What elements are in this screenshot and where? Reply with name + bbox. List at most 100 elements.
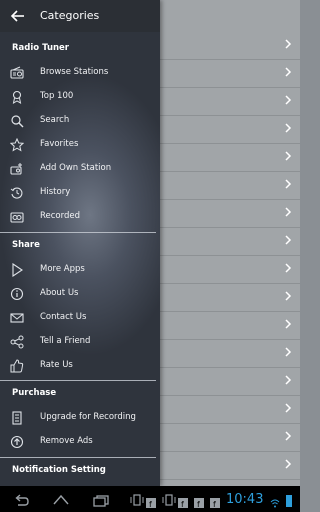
- menu-item-favorites[interactable]: Favorites: [0, 132, 160, 156]
- list-item[interactable]: [160, 172, 300, 200]
- section-purchase: Purchase: [12, 388, 57, 398]
- menu-item-recorded[interactable]: Recorded: [0, 204, 160, 228]
- list-item[interactable]: [160, 424, 300, 452]
- upgrade-arrow-icon: [10, 434, 24, 449]
- receipt-icon: [10, 410, 24, 425]
- svg-text:f: f: [213, 500, 216, 508]
- status-clock: 10:43: [226, 492, 264, 507]
- chevron-right-icon: [282, 290, 294, 302]
- list-item[interactable]: [160, 312, 300, 340]
- chevron-right-icon: [282, 150, 294, 162]
- vibrate-icon-2: [160, 492, 178, 506]
- list-item[interactable]: [160, 452, 300, 480]
- chevron-right-icon: [282, 402, 294, 414]
- menu-item-more-apps[interactable]: More Apps: [0, 257, 160, 281]
- facebook-icon: f: [210, 493, 220, 509]
- chevron-right-icon: [282, 38, 294, 50]
- radio-icon: [10, 65, 24, 79]
- back-nav-icon[interactable]: [12, 492, 30, 506]
- chevron-right-icon: [282, 94, 294, 106]
- menu-item-label: Browse Stations: [40, 67, 109, 77]
- menu-item-browse-stations[interactable]: Browse Stations: [0, 60, 160, 84]
- menu-item-label: More Apps: [40, 264, 85, 274]
- page-title: Categories: [40, 9, 100, 22]
- chevron-right-icon: [282, 262, 294, 274]
- menu-item-label: Rate Us: [40, 360, 73, 370]
- chevron-right-icon: [282, 234, 294, 246]
- list-item[interactable]: [160, 368, 300, 396]
- system-navigation-bar: f f f f 10:43: [0, 486, 300, 512]
- chevron-right-icon: [282, 122, 294, 134]
- chevron-right-icon: [282, 206, 294, 218]
- app-bar: Categories: [0, 0, 160, 32]
- menu-item-label: Search: [40, 115, 70, 125]
- menu-item-label: Favorites: [40, 139, 79, 149]
- facebook-icon: f: [194, 493, 204, 509]
- add-station-icon: [10, 161, 24, 175]
- mail-icon: [10, 310, 24, 324]
- chevron-right-icon: [282, 346, 294, 358]
- menu-item-label: Add Own Station: [40, 163, 112, 173]
- divider: [0, 232, 156, 233]
- svg-text:f: f: [197, 500, 200, 508]
- section-radio-tuner: Radio Tuner: [12, 43, 70, 53]
- vibrate-icon: [128, 492, 146, 506]
- thumbs-up-icon: [10, 358, 24, 373]
- menu-item-label: Recorded: [40, 211, 80, 221]
- play-store-icon: [10, 262, 24, 278]
- menu-item-history[interactable]: History: [0, 180, 160, 204]
- facebook-icon: f: [178, 493, 188, 509]
- chevron-right-icon: [282, 430, 294, 442]
- navigation-drawer: Categories Radio Tuner Browse Stations T…: [0, 0, 160, 486]
- list-item[interactable]: [160, 396, 300, 424]
- list-item[interactable]: [160, 228, 300, 256]
- menu-item-label: Upgrade for Recording: [40, 412, 136, 422]
- menu-item-top-100[interactable]: Top 100: [0, 84, 160, 108]
- facebook-icon: f: [146, 493, 156, 509]
- list-item[interactable]: [160, 256, 300, 284]
- recorder-icon: [10, 209, 24, 223]
- menu-item-label: Remove Ads: [40, 436, 93, 446]
- menu-item-label: Contact Us: [40, 312, 87, 322]
- menu-item-add-own-station[interactable]: Add Own Station: [0, 156, 160, 180]
- menu-item-label: History: [40, 187, 71, 197]
- menu-item-about-us[interactable]: About Us: [0, 281, 160, 305]
- battery-icon: [284, 493, 294, 507]
- list-item[interactable]: [160, 32, 300, 60]
- svg-text:f: f: [149, 500, 152, 508]
- back-arrow-icon[interactable]: [8, 6, 28, 26]
- wifi-icon: [270, 493, 280, 508]
- info-icon: [10, 286, 24, 301]
- chevron-right-icon: [282, 178, 294, 190]
- menu-item-search[interactable]: Search: [0, 108, 160, 132]
- recent-apps-icon[interactable]: [92, 492, 110, 507]
- menu-item-label: Top 100: [40, 91, 74, 101]
- list-item[interactable]: [160, 60, 300, 88]
- divider: [0, 457, 156, 458]
- svg-text:f: f: [181, 500, 184, 508]
- list-item[interactable]: [160, 200, 300, 228]
- list-item[interactable]: [160, 284, 300, 312]
- menu-item-label: Tell a Friend: [40, 336, 91, 346]
- home-nav-icon[interactable]: [52, 492, 70, 506]
- menu-item-label: About Us: [40, 288, 79, 298]
- chevron-right-icon: [282, 374, 294, 386]
- list-item[interactable]: [160, 116, 300, 144]
- section-share: Share: [12, 240, 40, 250]
- list-item[interactable]: [160, 340, 300, 368]
- star-icon: [9, 137, 25, 152]
- award-icon: [10, 89, 24, 104]
- menu-item-tell-a-friend[interactable]: Tell a Friend: [0, 329, 160, 353]
- menu-item-contact-us[interactable]: Contact Us: [0, 305, 160, 329]
- menu-item-rate-us[interactable]: Rate Us: [0, 353, 160, 377]
- search-icon: [10, 113, 24, 128]
- chevron-right-icon: [282, 66, 294, 78]
- menu-item-upgrade-for-recording[interactable]: Upgrade for Recording: [0, 405, 160, 429]
- list-item[interactable]: [160, 88, 300, 116]
- divider: [0, 380, 156, 381]
- menu-item-remove-ads[interactable]: Remove Ads: [0, 429, 160, 453]
- chevron-right-icon: [282, 318, 294, 330]
- chevron-right-icon: [282, 458, 294, 470]
- list-item[interactable]: [160, 144, 300, 172]
- share-icon: [10, 334, 24, 349]
